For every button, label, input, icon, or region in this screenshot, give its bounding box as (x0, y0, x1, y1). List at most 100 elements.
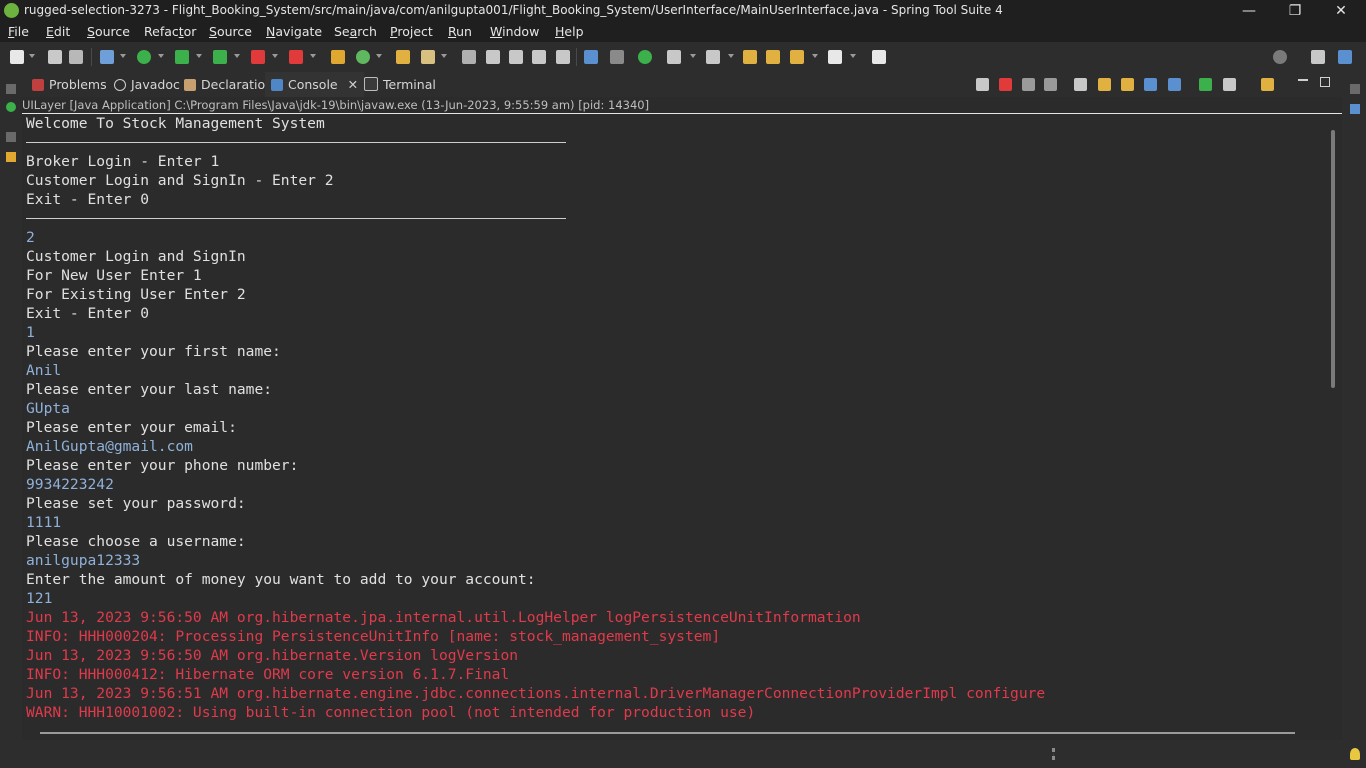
menu-label: roject (397, 24, 433, 39)
java-icon[interactable] (584, 50, 598, 64)
next-edit-icon[interactable] (766, 50, 780, 64)
debug-icon[interactable] (100, 50, 114, 64)
window-title: rugged-selection-3273 - Flight_Booking_S… (24, 3, 1003, 17)
outline-icon[interactable] (6, 152, 16, 162)
block-selection-icon[interactable] (532, 50, 546, 64)
open-perspective-icon[interactable] (1311, 50, 1325, 64)
prev-annotation-dropdown-icon[interactable] (728, 54, 734, 58)
menu-project[interactable]: Project (390, 24, 433, 39)
tip-lightbulb-icon[interactable] (1350, 748, 1360, 760)
scroll-lock-icon[interactable] (1098, 78, 1111, 91)
console-output[interactable]: Welcome To Stock Management System Broker… (22, 114, 1326, 724)
restore-icon[interactable] (6, 84, 16, 94)
toggle-mark-icon[interactable] (509, 50, 523, 64)
pin-icon[interactable] (1199, 78, 1212, 91)
boot-dashboard-icon[interactable] (6, 102, 16, 112)
menu-source[interactable]: Source (87, 24, 130, 39)
menu-run[interactable]: Run (448, 24, 472, 39)
debug-dropdown-icon[interactable] (120, 54, 126, 58)
run-dropdown-icon[interactable] (158, 54, 164, 58)
annotation-icon[interactable] (462, 50, 476, 64)
new-dropdown-icon[interactable] (29, 54, 35, 58)
next-annotation-dropdown-icon[interactable] (690, 54, 696, 58)
minimize-button[interactable]: — (1226, 0, 1272, 22)
relaunch-dropdown-icon[interactable] (310, 54, 316, 58)
status-handle-icon[interactable] (1052, 748, 1058, 760)
horizontal-scroll-thumb[interactable] (40, 732, 1295, 734)
menu-source-2[interactable]: Source (209, 24, 252, 39)
tab-label: Console (288, 77, 338, 92)
display-selected-console-icon[interactable] (1223, 78, 1236, 91)
restore-icon[interactable] (6, 132, 16, 142)
tab-declaration[interactable]: Declaration (180, 72, 277, 97)
tab-problems[interactable]: Problems (28, 72, 111, 97)
menu-mnemonic: R (448, 24, 457, 39)
pen-icon[interactable] (486, 50, 500, 64)
menu-window[interactable]: Window (490, 24, 539, 39)
menu-search[interactable]: Search (334, 24, 377, 39)
prev-annotation-icon[interactable] (706, 50, 720, 64)
menu-edit[interactable]: Edit (46, 24, 70, 39)
vertical-scroll-thumb[interactable] (1331, 130, 1335, 388)
clear-console-icon[interactable] (1074, 78, 1087, 91)
whitespace-icon[interactable] (556, 50, 570, 64)
last-edit-icon[interactable] (743, 50, 757, 64)
back-dropdown-icon[interactable] (812, 54, 818, 58)
next-annotation-icon[interactable] (667, 50, 681, 64)
title-bar[interactable]: rugged-selection-3273 - Flight_Booking_S… (0, 0, 1366, 22)
maximize-view-icon[interactable] (1320, 77, 1330, 87)
menu-label: avigate (275, 24, 323, 39)
forward-dropdown-icon[interactable] (850, 54, 856, 58)
show-on-stdout-icon[interactable] (1144, 78, 1157, 91)
console-input-line: Anil (26, 362, 62, 379)
menu-refactor[interactable]: Refactor (144, 24, 196, 39)
main-toolbar (0, 42, 1366, 73)
remove-all-terminated-icon[interactable] (1044, 78, 1057, 91)
menu-navigate[interactable]: Navigate (266, 24, 322, 39)
open-type-icon[interactable] (331, 50, 345, 64)
relaunch-icon[interactable] (289, 50, 303, 64)
coverage-dropdown-icon[interactable] (234, 54, 240, 58)
save-icon[interactable] (48, 50, 62, 64)
tab-terminal[interactable]: Terminal (360, 72, 440, 97)
tab-javadoc[interactable]: Javadoc (110, 72, 184, 97)
forward-icon[interactable] (828, 50, 842, 64)
tab-console[interactable]: Console ✕ (265, 72, 365, 99)
stop-dropdown-icon[interactable] (272, 54, 278, 58)
minimize-view-icon[interactable] (1298, 79, 1308, 81)
vertical-scrollbar[interactable] (1326, 114, 1342, 724)
coverage-icon[interactable] (213, 50, 227, 64)
run-external-icon[interactable] (175, 50, 189, 64)
remove-launch-icon[interactable] (1022, 78, 1035, 91)
refresh-dropdown-icon[interactable] (376, 54, 382, 58)
terminate-icon[interactable] (999, 78, 1012, 91)
back-icon[interactable] (790, 50, 804, 64)
brush-dropdown-icon[interactable] (441, 54, 447, 58)
open-folder-icon[interactable] (396, 50, 410, 64)
restore-icon[interactable] (1350, 84, 1360, 94)
run-external-dropdown-icon[interactable] (196, 54, 202, 58)
pin-editor-icon[interactable] (872, 50, 886, 64)
outline-view-icon[interactable] (1350, 104, 1360, 114)
menu-file[interactable]: File (8, 24, 29, 39)
new-icon[interactable] (10, 50, 24, 64)
close-tab-icon[interactable]: ✕ (348, 77, 358, 92)
java-perspective-icon[interactable] (1338, 50, 1352, 64)
save-all-icon[interactable] (69, 50, 83, 64)
pin-console-icon[interactable] (976, 78, 989, 91)
close-window-button[interactable]: ✕ (1318, 0, 1364, 22)
brush-icon[interactable] (421, 50, 435, 64)
search-icon[interactable] (1273, 50, 1287, 64)
spring-boot-dashboard-icon[interactable] (638, 50, 652, 64)
stop-icon[interactable] (251, 50, 265, 64)
restore-button[interactable]: ❐ (1272, 0, 1318, 22)
show-on-stderr-icon[interactable] (1168, 78, 1181, 91)
skip-breakpoints-icon[interactable] (610, 50, 624, 64)
horizontal-scrollbar[interactable] (22, 724, 1342, 740)
word-wrap-icon[interactable] (1121, 78, 1134, 91)
run-icon[interactable] (137, 50, 151, 64)
refresh-icon[interactable] (356, 50, 370, 64)
open-console-icon[interactable] (1261, 78, 1274, 91)
console-output-line: For Existing User Enter 2 (26, 286, 246, 303)
menu-help[interactable]: Help (555, 24, 584, 39)
